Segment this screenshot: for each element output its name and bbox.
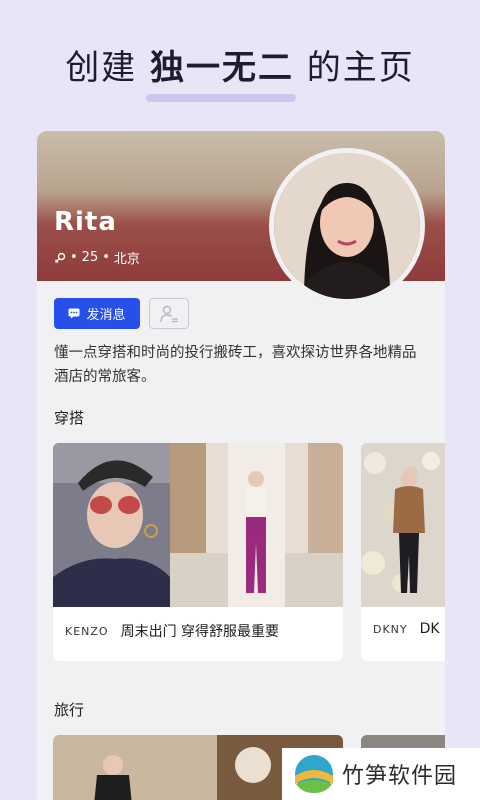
headline-post: 的主页 <box>294 48 415 88</box>
page-headline: 创建 独一无二 的主页 <box>0 40 480 89</box>
watermark-logo <box>295 755 333 793</box>
outfit-photo <box>170 443 343 607</box>
follow-button[interactable] <box>149 298 189 329</box>
outfit-title: 周末出门 穿得舒服最重要 <box>120 624 280 640</box>
send-message-button[interactable]: 发消息 <box>54 298 140 329</box>
section-title-outfits: 穿搭 <box>54 409 85 427</box>
gender-icon <box>55 252 66 263</box>
profile-meta: • 25 • 北京 <box>54 248 140 267</box>
outfit-photo <box>361 443 445 607</box>
section-title-travel: 旅行 <box>54 701 85 719</box>
watermark-text: 竹笋软件园 <box>342 764 458 789</box>
message-icon <box>68 308 80 319</box>
outfit-photo <box>53 443 170 607</box>
headline-bold: 独一无二 <box>150 48 294 88</box>
profile-name: Rita <box>54 207 117 237</box>
profile-city: 北京 <box>113 252 140 267</box>
outfit-title: DK <box>419 621 440 637</box>
profile-bio: 懂一点穿搭和时尚的投行搬砖工，喜欢探访世界各地精品酒店的常旅客。 <box>54 345 417 385</box>
avatar[interactable] <box>269 148 425 304</box>
headline-underline <box>146 94 296 102</box>
watermark: 竹笋软件园 <box>282 748 480 800</box>
profile-card: Rita • 25 • 北京 发消息 懂一点穿搭和时尚的投行搬砖工，喜欢探访世界… <box>37 131 445 800</box>
send-message-label: 发消息 <box>86 308 126 323</box>
outfit-card[interactable]: DKNY DK <box>361 443 445 661</box>
follow-user-icon <box>160 305 178 322</box>
brand-logo: KENZO <box>65 624 109 638</box>
brand-logo: DKNY <box>373 622 408 636</box>
headline-pre: 创建 <box>65 48 150 88</box>
outfit-card[interactable]: KENZO 周末出门 穿得舒服最重要 <box>53 443 343 661</box>
profile-age: 25 <box>81 250 99 265</box>
